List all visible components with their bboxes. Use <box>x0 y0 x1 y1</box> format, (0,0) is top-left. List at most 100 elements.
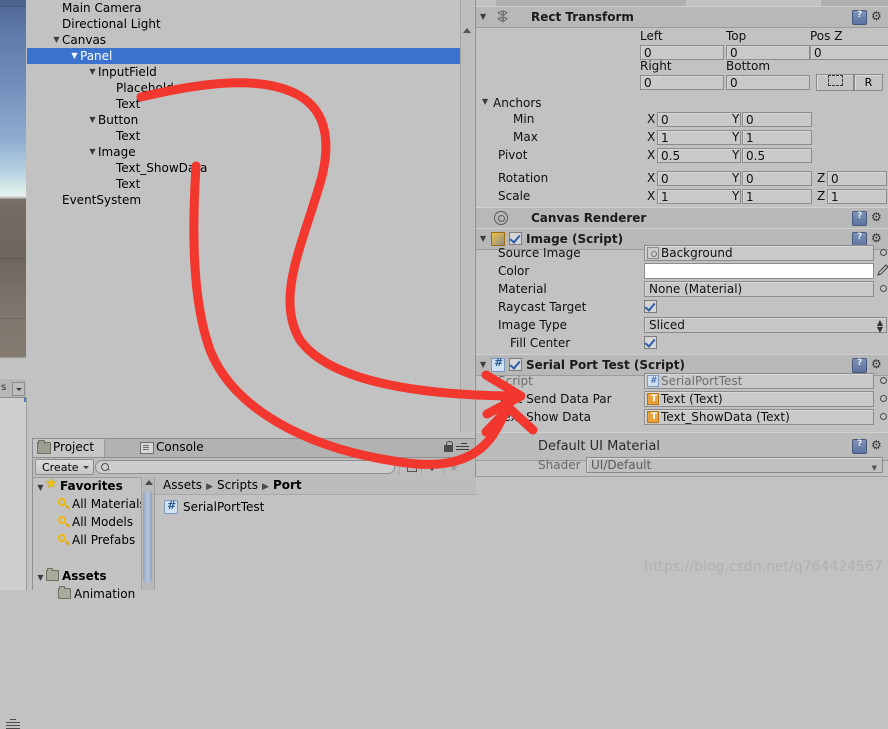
hierarchy-item-image[interactable]: ▼ Image <box>27 144 474 160</box>
right-input[interactable]: 0 <box>640 75 724 90</box>
favorite-button[interactable]: ★ <box>443 459 466 475</box>
project-tree-scrollbar[interactable] <box>141 477 155 590</box>
rotation-y-input[interactable]: 0 <box>742 171 812 186</box>
gear-icon[interactable]: ⚙ <box>871 438 885 452</box>
scene-view[interactable] <box>0 0 26 357</box>
rotation-x-input[interactable]: 0 <box>657 171 741 186</box>
blueprint-mode-button[interactable] <box>816 74 854 91</box>
project-tabbar[interactable]: Project Console <box>33 439 475 458</box>
project-toolbar[interactable]: Create ★ <box>33 458 475 478</box>
anchor-max-x-input[interactable]: 1 <box>657 130 741 145</box>
foldout-icon[interactable]: ▼ <box>480 234 486 243</box>
search-input[interactable] <box>95 460 395 474</box>
project-tree-item-favorites[interactable]: ▼Favorites <box>33 475 141 495</box>
hierarchy-item-canvas[interactable]: ▼ Canvas <box>27 32 474 48</box>
component-header-rect-transform[interactable]: ▼ Rect Transform ⚙ <box>476 6 888 28</box>
scale-z-input[interactable]: 1 <box>827 189 887 204</box>
project-tree-item-all-prefabs[interactable]: All Prefabs <box>33 531 141 549</box>
list-item[interactable]: SerialPortTest <box>155 498 476 515</box>
raw-edit-button[interactable]: R <box>854 74 883 91</box>
image-type-dropdown[interactable]: Sliced ▲ ▼ <box>644 317 887 334</box>
foldout-icon[interactable]: ▼ <box>87 112 98 128</box>
text-send-data-field[interactable]: Text (Text) <box>644 391 874 407</box>
bottom-input[interactable]: 0 <box>726 75 810 90</box>
hierarchy-tree[interactable]: Main Camera Directional Light ▼ Canvas ▼ Pane… <box>27 0 474 208</box>
serial-port-test-enabled-checkbox[interactable] <box>509 358 522 371</box>
help-icon[interactable] <box>852 211 867 226</box>
shader-dropdown[interactable]: UI/Default ▼ <box>586 457 883 473</box>
hierarchy-item-text-showdata[interactable]: Text_ShowData <box>27 160 474 176</box>
help-icon[interactable] <box>852 10 867 25</box>
object-picker-icon[interactable] <box>877 410 888 423</box>
scrollbar-thumb[interactable] <box>143 491 152 583</box>
rotation-z-input[interactable]: 0 <box>827 171 887 186</box>
gear-icon[interactable]: ⚙ <box>871 357 885 371</box>
fill-center-checkbox[interactable] <box>644 336 657 349</box>
gear-icon[interactable]: ⚙ <box>871 231 885 245</box>
hierarchy-item-text[interactable]: Text <box>27 176 474 192</box>
hierarchy-item-text[interactable]: Text <box>27 128 474 144</box>
hierarchy-item-eventsystem[interactable]: EventSystem <box>27 192 474 208</box>
pivot-y-input[interactable]: 0.5 <box>742 148 812 163</box>
foldout-icon[interactable]: ▼ <box>480 360 486 369</box>
scroll-up-icon[interactable] <box>145 480 153 485</box>
breadcrumb-segment[interactable]: Scripts <box>217 478 258 492</box>
game-view[interactable] <box>0 397 27 590</box>
material-field[interactable]: None (Material) <box>644 281 874 297</box>
raycast-target-checkbox[interactable] <box>644 300 657 313</box>
create-button[interactable]: Create <box>35 459 94 475</box>
anchor-min-x-input[interactable]: 0 <box>657 112 741 127</box>
scale-y-input[interactable]: 1 <box>742 189 812 204</box>
project-tree-item-all-models[interactable]: All Models <box>33 513 141 531</box>
foldout-icon[interactable]: ▼ <box>51 32 62 48</box>
hierarchy-item-button[interactable]: ▼ Button <box>27 112 474 128</box>
breadcrumb[interactable]: Assets ▶ Scripts ▶ Port <box>155 477 476 495</box>
hierarchy-item-text[interactable]: Text <box>27 96 474 112</box>
component-header-canvas-renderer[interactable]: Canvas Renderer ⚙ <box>476 207 888 229</box>
object-picker-icon[interactable] <box>877 282 888 295</box>
gear-icon[interactable]: ⚙ <box>871 9 885 23</box>
chevron-down-icon[interactable] <box>12 382 25 396</box>
tab-console[interactable]: Console <box>136 439 214 457</box>
scroll-up-icon[interactable] <box>463 28 471 33</box>
pivot-x-input[interactable]: 0.5 <box>657 148 741 163</box>
source-image-field[interactable]: Background <box>644 245 874 261</box>
hierarchy-item-inputfield[interactable]: ▼ InputField <box>27 64 474 80</box>
gear-icon[interactable]: ⚙ <box>871 210 885 224</box>
hierarchy-panel[interactable]: Main Camera Directional Light ▼ Canvas ▼ Pane… <box>27 0 474 432</box>
breadcrumb-segment[interactable]: Port <box>273 478 302 492</box>
help-icon[interactable] <box>852 358 867 373</box>
project-favorites-tree[interactable]: ▼Favorites All Materials All Models All Pre… <box>33 475 146 601</box>
project-tree-item-all-materials[interactable]: All Materials <box>33 495 146 513</box>
object-picker-icon[interactable] <box>877 392 888 405</box>
tab-project[interactable]: Project <box>33 439 106 457</box>
scale-x-input[interactable]: 1 <box>657 189 741 204</box>
help-icon[interactable] <box>852 439 867 454</box>
image-enabled-checkbox[interactable] <box>509 232 522 245</box>
foldout-icon[interactable]: ▼ <box>87 144 98 160</box>
object-picker-icon[interactable] <box>877 374 888 387</box>
lock-icon[interactable] <box>444 441 453 452</box>
project-tree-item-animation[interactable]: Animation <box>33 585 141 603</box>
foldout-icon[interactable]: ▼ <box>480 12 486 21</box>
foldout-icon[interactable]: ▼ <box>69 48 80 64</box>
filter-type-button[interactable] <box>399 459 422 475</box>
project-tree-item-assets[interactable]: ▼ Assets <box>33 567 141 585</box>
hierarchy-scrollbar[interactable] <box>460 0 474 432</box>
menu-icon[interactable] <box>456 443 471 452</box>
filter-label-button[interactable] <box>421 459 444 475</box>
anchor-max-y-input[interactable]: 1 <box>742 130 812 145</box>
breadcrumb-segment[interactable]: Assets <box>163 478 202 492</box>
hierarchy-item-placeholder[interactable]: Placeholder <box>27 80 474 96</box>
game-view-tabstrip[interactable]: s <box>0 379 26 398</box>
foldout-icon[interactable]: ▼ <box>87 64 98 80</box>
project-content-pane[interactable]: Assets ▶ Scripts ▶ Port SerialPortTest <box>154 477 476 590</box>
hierarchy-item-directional-light[interactable]: Directional Light <box>27 16 474 32</box>
inspector-panel[interactable]: ▼ Rect Transform ⚙ left bottom ✥ Left To… <box>475 0 888 589</box>
foldout-icon[interactable]: ▼ <box>482 97 488 106</box>
hierarchy-item-main-camera[interactable]: Main Camera <box>27 0 474 16</box>
anchor-min-y-input[interactable]: 0 <box>742 112 812 127</box>
hierarchy-item-panel[interactable]: ▼ Panel <box>27 48 474 64</box>
color-swatch-field[interactable] <box>644 263 874 279</box>
project-panel[interactable]: Project Console Create ★ ▼Favorites All M… <box>32 438 476 601</box>
